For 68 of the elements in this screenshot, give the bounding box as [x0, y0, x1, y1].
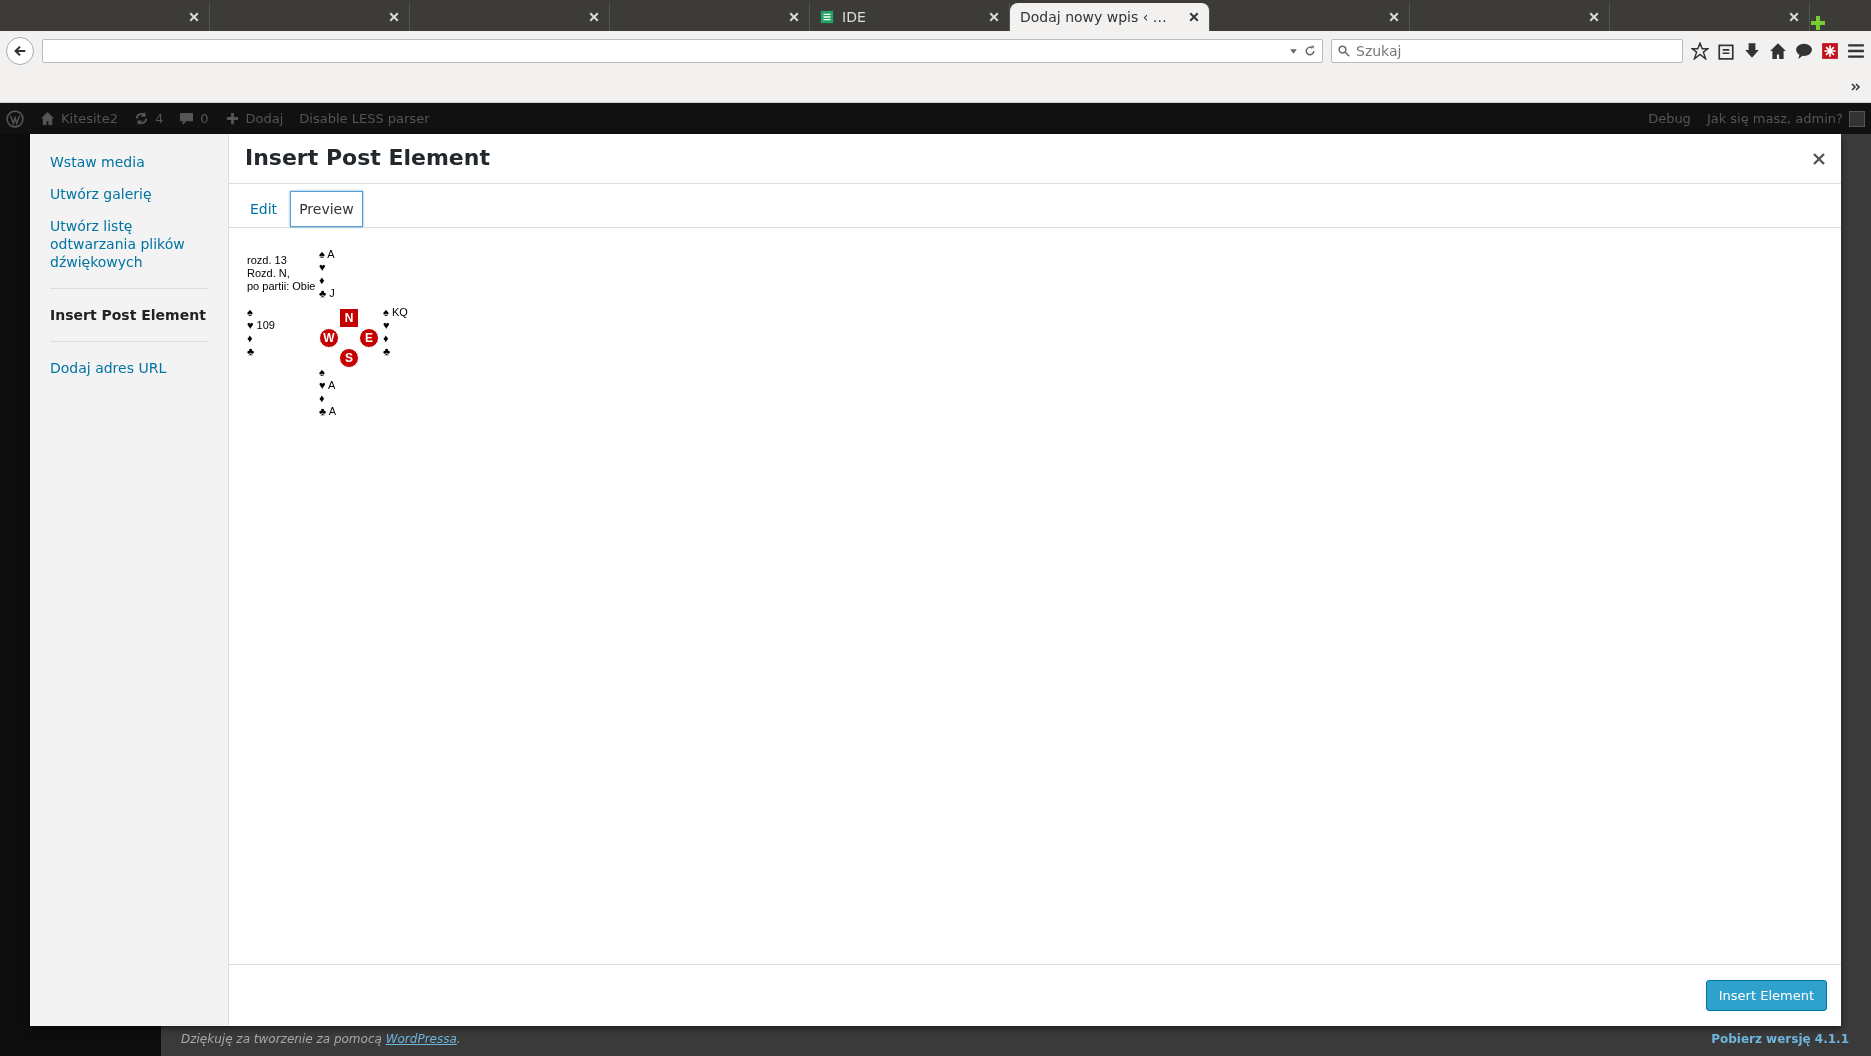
hand-suit-line: ♠ A [319, 248, 336, 261]
admin-bar-link[interactable]: 0 [179, 108, 209, 129]
admin-bar-link[interactable]: Jak się masz, admin? [1706, 108, 1843, 129]
hand-suit-line: ♣ J [319, 287, 336, 300]
sidebar-menu-item[interactable]: Wstaw media [50, 146, 208, 178]
compass-north-marker: N [339, 308, 359, 328]
hand-suit-line: ♦ [319, 392, 326, 405]
compass-south-marker: S [339, 348, 359, 368]
close-icon[interactable] [1813, 152, 1825, 165]
compass-east-marker: E [359, 328, 379, 348]
admin-bar-link[interactable]: Disable LESS parser [299, 108, 430, 129]
hand-suit-line: ♠ [319, 366, 326, 379]
back-arrow-icon [13, 44, 27, 58]
footer-credit: Dziękuję za tworzenie za pomocą WordPressa. [181, 1031, 461, 1048]
admin-bar-link[interactable]: Debug [1648, 108, 1691, 129]
home-icon [40, 111, 55, 126]
star-icon[interactable] [1691, 42, 1709, 60]
deal-info-text: Rozd. N, [247, 267, 291, 280]
search-box[interactable]: Szukaj [1331, 39, 1683, 63]
menu-icon[interactable] [1847, 42, 1865, 60]
hand-suit-line: ♠ KQ [383, 306, 409, 319]
avatar-placeholder [1849, 110, 1865, 127]
refresh-icon [134, 111, 149, 126]
new-tab-icon[interactable] [1810, 15, 1826, 31]
home-icon[interactable] [1769, 42, 1787, 60]
insert-element-button[interactable]: Insert Element [1705, 979, 1827, 1012]
address-field[interactable] [42, 39, 1323, 63]
download-icon[interactable] [1743, 42, 1761, 60]
modal-tab[interactable]: Edit [241, 191, 287, 227]
hand-suit-line: ♥ 109 [247, 319, 276, 332]
modal-title: Insert Post Element [245, 145, 490, 172]
addon-icon[interactable] [1821, 42, 1839, 60]
deal-info-text: rozd. 13 [247, 254, 288, 267]
hand-suit-line: ♣ [383, 345, 392, 358]
hand-suit-line: ♥ [383, 319, 391, 332]
reload-icon[interactable] [1304, 45, 1316, 57]
compass-west-marker: W [319, 328, 339, 348]
admin-bar-link[interactable]: Kitesite2 [40, 108, 118, 129]
admin-bar-link[interactable]: 4 [134, 108, 164, 129]
hand-suit-line: ♠ [247, 306, 254, 319]
deal-info-text: po partii: Obie [247, 280, 317, 293]
admin-bar-link[interactable]: Dodaj [224, 108, 284, 129]
plus-icon [224, 111, 240, 126]
chat-icon[interactable] [1795, 42, 1813, 60]
close-icon[interactable] [1189, 12, 1199, 22]
hand-suit-line: ♦ [319, 274, 326, 287]
dropdown-icon[interactable] [1289, 46, 1298, 56]
browser-tab[interactable]: Dodaj nowy wpis ‹ … [1010, 3, 1210, 31]
sidebar-menu-item[interactable]: Utwórz listę odtwarzania plików dźwiękowych [50, 210, 208, 278]
wordpress-logo-icon[interactable] [6, 109, 24, 128]
wordpress-link[interactable]: WordPressa [385, 1032, 457, 1046]
clipboard-icon[interactable] [1717, 42, 1735, 60]
sidebar-menu-item[interactable]: Utwórz galerię [50, 178, 208, 210]
hand-suit-line: ♥ [319, 261, 327, 274]
comment-icon [179, 111, 195, 126]
back-button[interactable] [6, 37, 34, 65]
sidebar-menu-item[interactable]: Insert Post Element [50, 299, 208, 331]
search-icon [1338, 45, 1350, 57]
hand-suit-line: ♣ [247, 345, 256, 358]
hand-suit-line: ♥ A [319, 379, 337, 392]
modal-tab[interactable]: Preview [290, 191, 363, 227]
more-bookmarks-icon[interactable] [1851, 81, 1861, 92]
sheet-icon [820, 10, 834, 24]
sidebar-menu-item[interactable]: Dodaj adres URL [50, 352, 208, 384]
update-link[interactable]: Pobierz wersję 4.1.1 [1711, 1030, 1849, 1048]
hand-suit-line: ♣ A [319, 405, 337, 418]
hand-suit-line: ♦ [383, 332, 390, 345]
hand-suit-line: ♦ [247, 332, 254, 345]
